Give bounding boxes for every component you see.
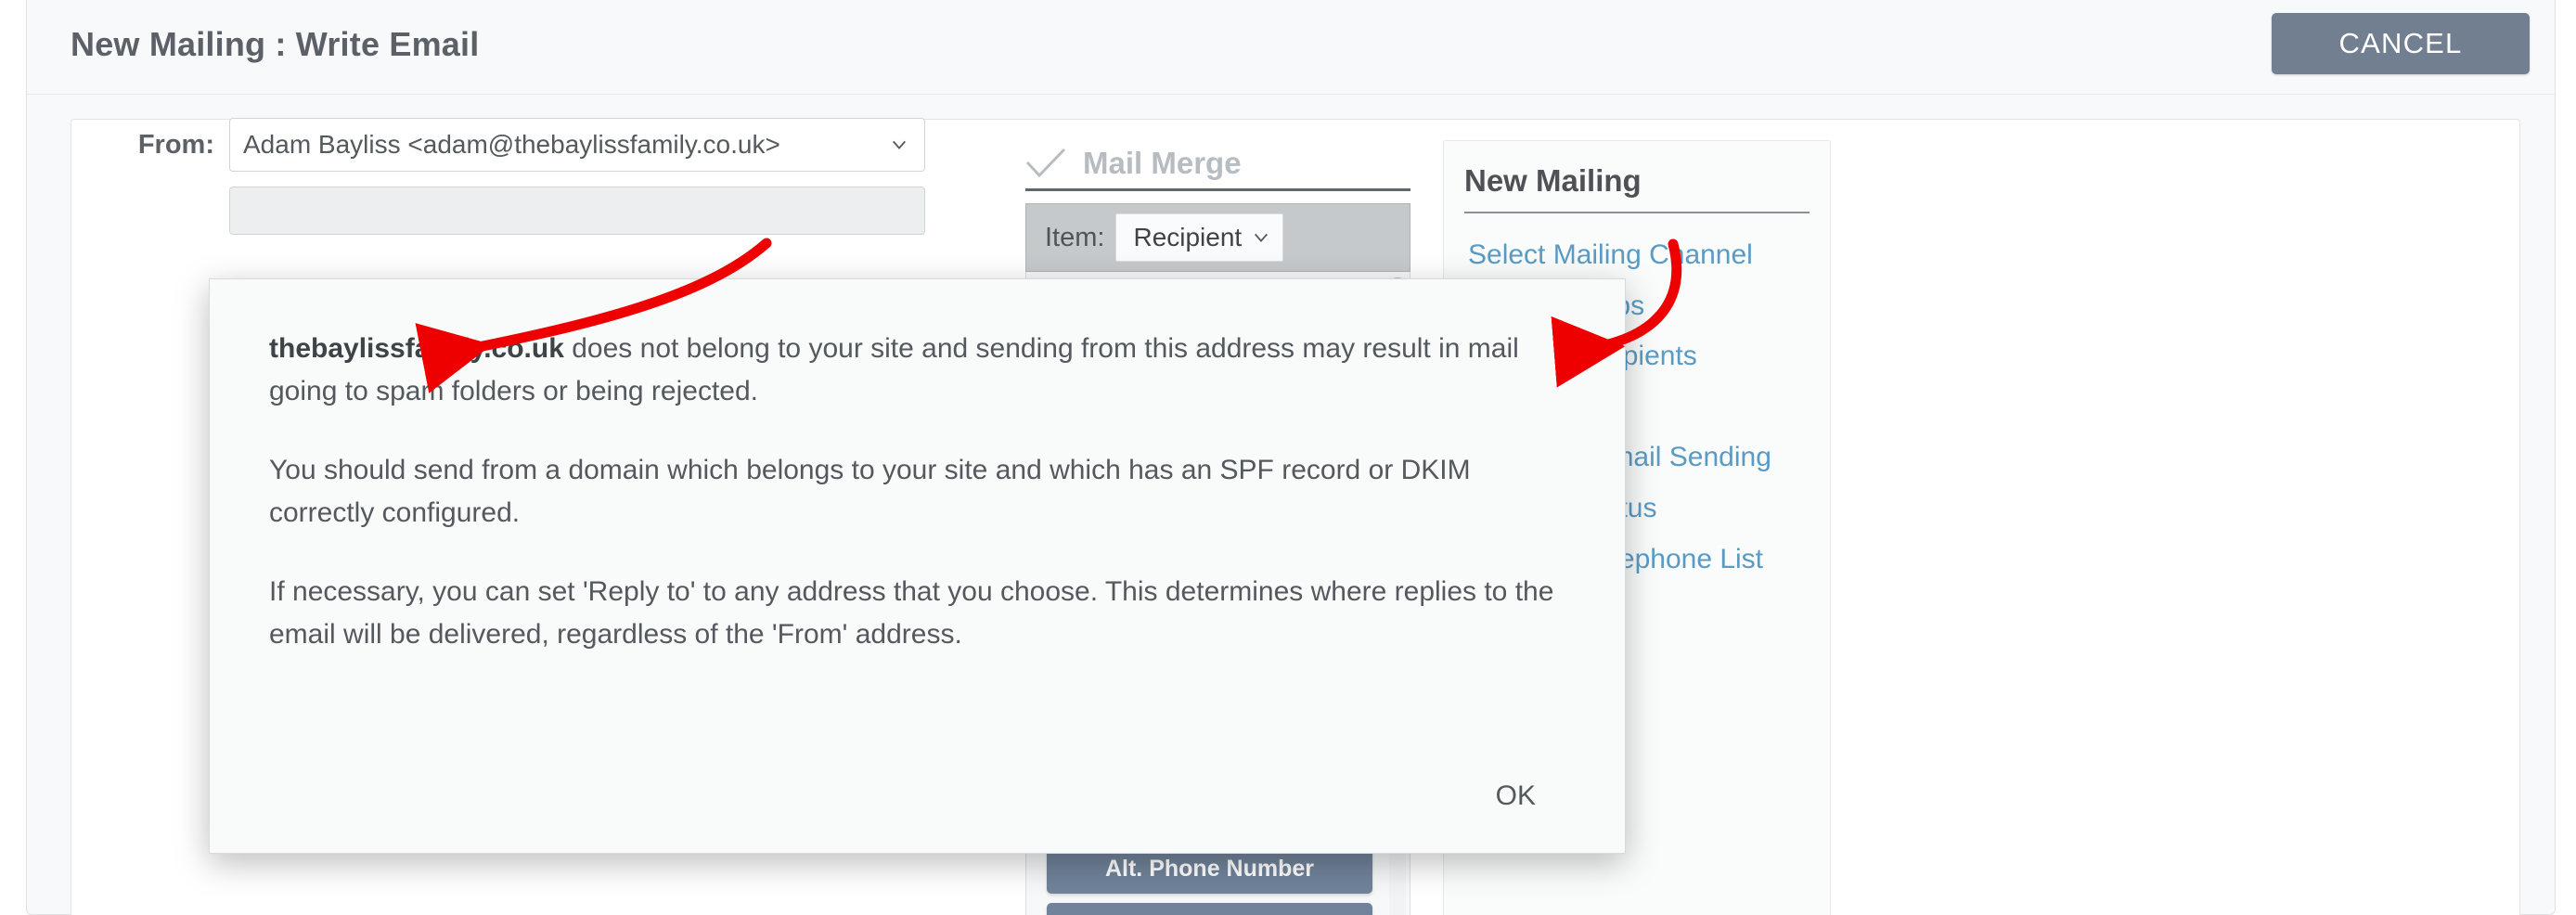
domain-warning-dialog: thebaylissfamily.co.uk does not belong t… bbox=[209, 278, 1626, 854]
second-field-row bbox=[99, 187, 925, 235]
from-row: From: Adam Bayliss <adam@thebaylissfamil… bbox=[99, 118, 925, 172]
page-title: New Mailing : Write Email bbox=[71, 25, 480, 63]
mail-merge-header: Mail Merge bbox=[1025, 146, 1410, 191]
check-icon bbox=[1025, 148, 1066, 178]
second-field-box[interactable] bbox=[229, 187, 925, 235]
dialog-paragraph-3: If necessary, you can set 'Reply to' to … bbox=[269, 576, 1554, 650]
chevron-down-icon bbox=[1255, 233, 1269, 242]
page-header: New Mailing : Write Email CANCEL bbox=[27, 0, 2555, 95]
screen-root: New Mailing : Write Email CANCEL From: A… bbox=[0, 0, 2576, 915]
from-select[interactable]: Adam Bayliss <adam@thebaylissfamily.co.u… bbox=[229, 118, 925, 172]
item-label: Item: bbox=[1045, 222, 1105, 252]
item-select[interactable]: Recipient bbox=[1115, 213, 1284, 262]
from-label: From: bbox=[137, 129, 214, 160]
sidebar-title: New Mailing bbox=[1464, 163, 1810, 213]
mail-merge-title: Mail Merge bbox=[1083, 146, 1242, 180]
cancel-button[interactable]: CANCEL bbox=[2272, 13, 2530, 74]
dialog-paragraph-2: You should send from a domain which belo… bbox=[269, 455, 1471, 528]
dialog-ok-button[interactable]: OK bbox=[1496, 780, 1536, 812]
item-select-value: Recipient bbox=[1133, 223, 1243, 251]
from-value: Adam Bayliss <adam@thebaylissfamily.co.u… bbox=[243, 130, 780, 159]
sidebar-item-select-mailing-channel[interactable]: Select Mailing Channel bbox=[1444, 230, 1830, 281]
dialog-paragraph-1: thebaylissfamily.co.uk does not belong t… bbox=[269, 328, 1565, 412]
chevron-down-icon bbox=[893, 140, 906, 149]
mail-merge-item-bar: Item: Recipient bbox=[1025, 203, 1410, 272]
merge-field-button[interactable] bbox=[1047, 903, 1372, 915]
dialog-domain-name: thebaylissfamily.co.uk bbox=[269, 333, 564, 364]
